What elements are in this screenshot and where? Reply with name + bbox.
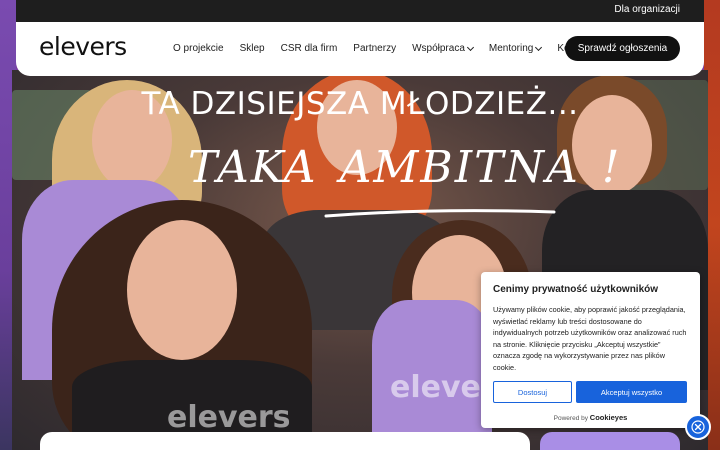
top-bar: Dla organizacji [16, 0, 704, 22]
hero-handwritten-line: TAKA AMBITNA ! [188, 142, 621, 193]
cookie-title: Cenimy prywatność użytkowników [493, 284, 659, 295]
nav-item-label: Sklep [239, 43, 265, 54]
nav-item-mentoring[interactable]: Mentoring [488, 43, 543, 54]
powered-by-label: Powered by [553, 415, 588, 422]
cookie-description: Używamy plików cookie, aby poprawić jako… [493, 305, 687, 372]
nav-item-label: Partnerzy [353, 43, 397, 54]
hoodie-logo: elevers [167, 400, 291, 435]
nav-item-sklep[interactable]: Sklep [240, 43, 265, 54]
close-icon [691, 420, 705, 434]
nav-item-label: Mentoring [488, 43, 534, 54]
cookie-actions: Dostosuj Akceptuj wszystko [493, 381, 687, 403]
hero-handwritten-word: AMBITNA [339, 142, 580, 193]
nav-item-o-projekcie[interactable]: O projekcie [173, 43, 224, 54]
accept-all-button[interactable]: Akceptuj wszystko [576, 381, 687, 403]
chevron-down-icon [466, 43, 474, 51]
hero-handwritten-word: ! [601, 142, 622, 193]
nav-item-label: O projekcie [173, 43, 224, 54]
chevron-down-icon [535, 43, 543, 51]
customize-button[interactable]: Dostosuj [493, 381, 572, 403]
powered-by: Powered by Cookieyes [481, 413, 700, 422]
nav-item-csr[interactable]: CSR dla firm [281, 43, 338, 54]
nav-item-label: Współpraca [412, 43, 465, 54]
person-face [127, 220, 237, 360]
cookie-consent-banner: Cenimy prywatność użytkowników Używamy p… [481, 272, 700, 428]
nav-menu: O projekcie Sklep CSR dla firm Partnerzy… [173, 43, 607, 54]
handwritten-underline [324, 209, 556, 218]
check-offers-button[interactable]: Sprawdź ogłoszenia [565, 36, 680, 61]
hero-handwritten-word: TAKA [188, 142, 318, 193]
highlight-card [540, 432, 680, 450]
nav-item-label: CSR dla firm [280, 43, 338, 54]
main-navigation: elevers O projekcie Sklep CSR dla firm P… [16, 22, 704, 76]
nav-item-partnerzy[interactable]: Partnerzy [353, 43, 396, 54]
cookieyes-logo[interactable]: Cookieyes [590, 413, 628, 422]
cookie-settings-icon[interactable] [685, 414, 711, 440]
site-logo[interactable]: elevers [39, 32, 127, 61]
content-card [40, 432, 530, 450]
nav-item-wspolpraca[interactable]: Współpraca [412, 43, 474, 54]
organization-link[interactable]: Dla organizacji [614, 4, 680, 15]
hero-title: TA DZISIEJSZA MŁODZIEŻ... [141, 86, 579, 122]
